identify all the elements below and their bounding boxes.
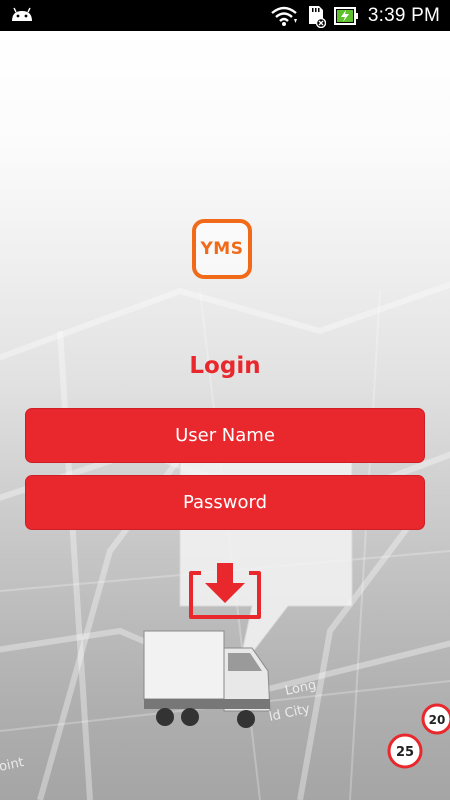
speed-label-20: 20	[429, 713, 446, 727]
map-label-point: oint	[0, 755, 25, 775]
android-icon	[12, 7, 32, 21]
page-title: Login	[189, 353, 261, 379]
password-field[interactable]	[25, 475, 425, 530]
logo-text: YMS	[200, 239, 244, 259]
status-bar: 3:39 PM	[0, 0, 450, 31]
battery-charging-icon	[333, 6, 358, 25]
login-button[interactable]	[189, 563, 261, 619]
download-icon	[189, 563, 261, 619]
app-logo: YMS	[192, 219, 252, 279]
speed-sign-25: 25	[387, 733, 423, 769]
map-label-city: ld City	[268, 702, 312, 725]
status-icons: 3:39 PM	[270, 0, 440, 31]
speed-sign-20: 20	[421, 703, 450, 735]
username-field[interactable]	[25, 408, 425, 463]
status-time: 3:39 PM	[367, 4, 440, 26]
wifi-icon	[271, 6, 297, 26]
speed-label-25: 25	[396, 745, 414, 760]
sd-card-icon	[308, 5, 326, 28]
